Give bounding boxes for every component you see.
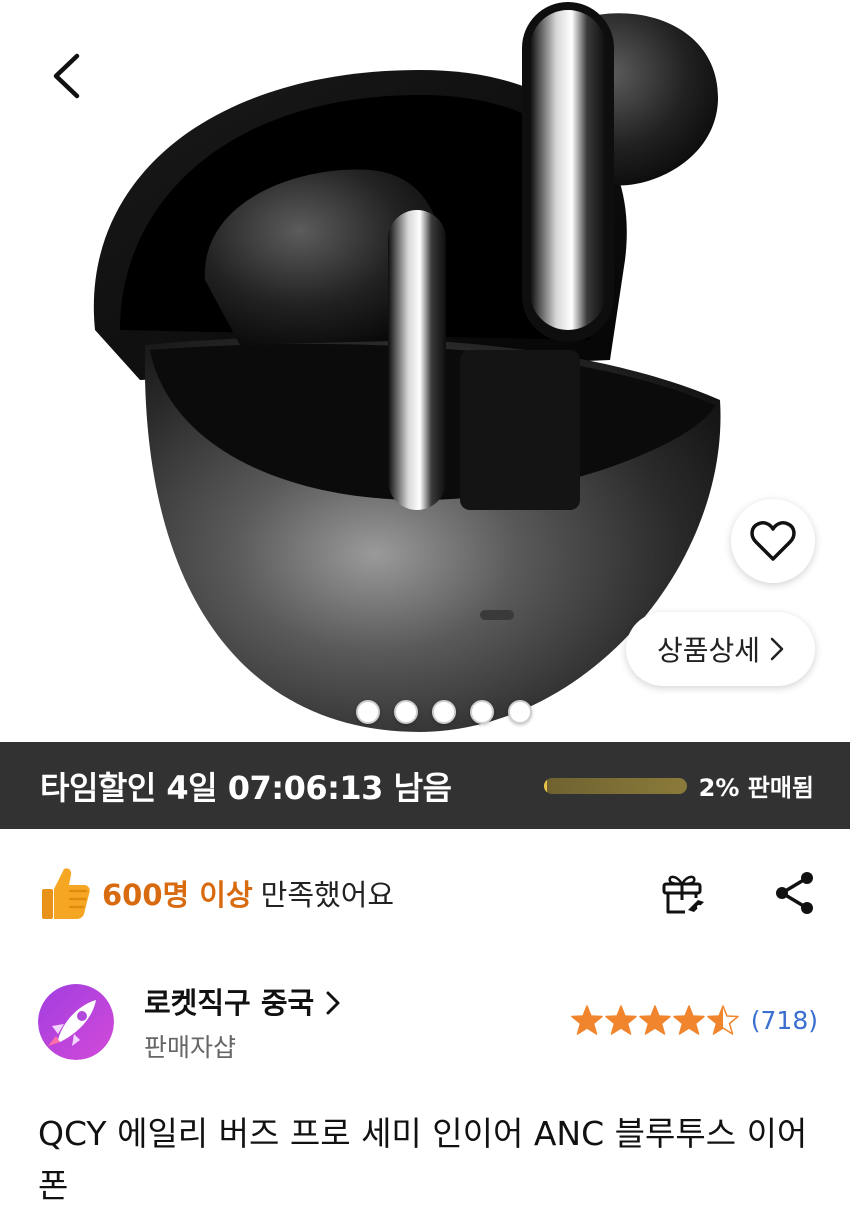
heart-icon [750,521,796,561]
seller-row: 로켓직구 중국 판매자샵 (718) [38,978,818,1068]
seller-name-link[interactable]: 로켓직구 중국 [144,980,340,1022]
star-icon [707,1005,739,1035]
star-icon [571,1005,603,1035]
seller-shop-label: 판매자샵 [144,1033,237,1062]
star-icon [673,1005,705,1035]
product-image-carousel[interactable]: 상품상세 [0,0,850,742]
gift-icon [662,875,704,914]
review-count[interactable]: (718) [751,1006,818,1035]
sold-label: 2% 판매됨 [698,774,814,802]
share-icon [776,872,813,914]
carousel-dot[interactable] [470,700,494,724]
time-deal-bar: 타임할인 4일 07:06:13 남음 2% 판매됨 [0,742,850,829]
rocket-logo-icon [38,984,114,1060]
star-icon [639,1005,671,1035]
chevron-right-icon [770,637,784,661]
back-button[interactable] [38,48,94,104]
satisfaction-count: 600명 이상 [102,878,253,912]
carousel-dot[interactable] [432,700,456,724]
gift-button[interactable] [658,868,708,918]
star-rating [571,1004,739,1036]
carousel-dot[interactable] [394,700,418,724]
deal-countdown: 타임할인 4일 07:06:13 남음 [40,768,452,807]
product-detail-label: 상품상세 [656,634,761,667]
sold-progress-bar [543,777,687,794]
product-detail-button[interactable]: 상품상세 [626,612,815,686]
star-icon [605,1005,637,1035]
rating[interactable]: (718) [571,1004,818,1036]
sold-progress-group: 2% 판매됨 [543,768,814,803]
chevron-right-icon [326,991,340,1015]
sold-progress-fill [543,777,547,794]
satisfaction-text: 만족했어요 [260,878,395,912]
carousel-dot[interactable] [508,700,532,724]
seller-avatar[interactable] [38,984,114,1060]
action-icons [658,868,820,918]
seller-name: 로켓직구 중국 [144,986,315,1020]
thumbs-up-icon [42,868,90,919]
share-button[interactable] [770,868,820,918]
wishlist-button[interactable] [731,499,815,583]
carousel-indicator [356,700,532,724]
product-title: QCY 에일리 버즈 프로 세미 인이어 ANC 블루투스 이어폰 [38,1114,808,1205]
carousel-dot[interactable] [356,700,380,724]
chevron-left-icon [53,53,80,99]
satisfaction-row: 600명 이상 만족했어요 [40,860,820,926]
